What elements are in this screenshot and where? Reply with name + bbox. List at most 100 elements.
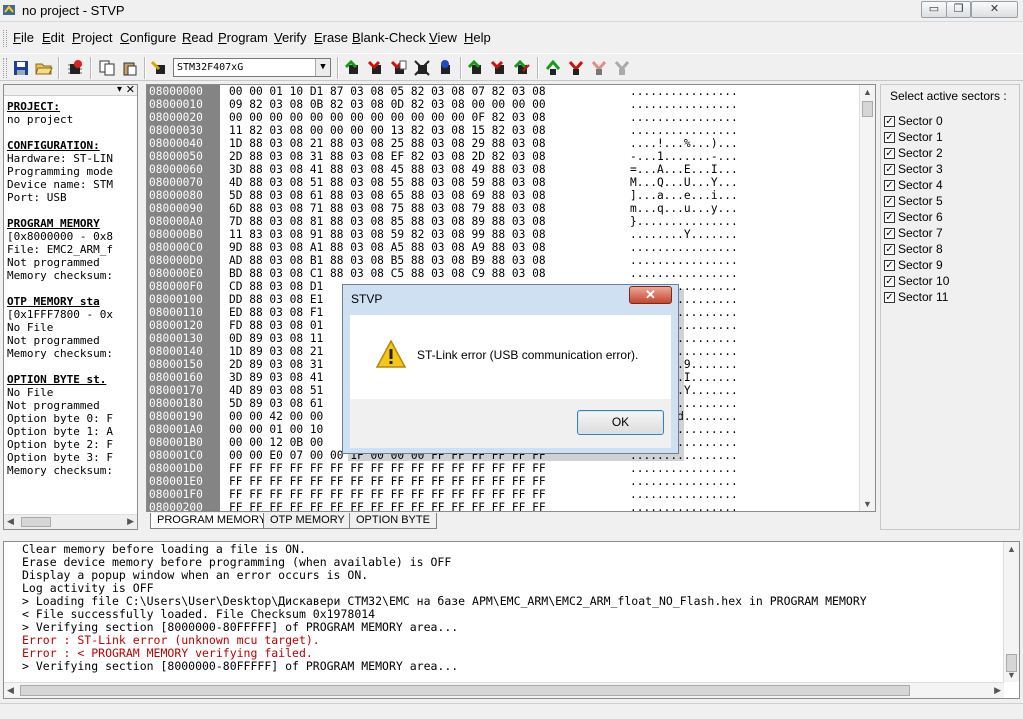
memory-bytes[interactable]: AD 88 03 08 B1 88 03 08 B5 88 03 08 B9 8… [229,254,546,267]
scroll-right-icon[interactable]: ▶ [994,685,1001,696]
program-current-tab-button[interactable] [366,58,386,78]
memory-bytes[interactable]: 00 00 01 00 10 [229,423,323,436]
verify-current-tab-button[interactable] [389,58,409,78]
sector-checkbox-5[interactable]: ✓ Sector 5 [884,193,943,209]
read-all-tabs-button[interactable] [466,58,486,78]
memory-bytes[interactable]: 00 00 00 00 00 00 00 00 00 00 00 00 0F 8… [229,111,546,124]
open-button[interactable] [34,58,54,78]
project-button[interactable] [65,58,85,78]
scroll-thumb[interactable] [21,517,51,527]
checkbox-checked-icon[interactable]: ✓ [884,211,895,223]
memory-bytes[interactable]: 4D 89 03 08 51 [229,384,323,397]
sector-checkbox-2[interactable]: ✓ Sector 2 [884,145,943,161]
dock-menu-icon[interactable]: ▾ [117,85,122,95]
checkbox-checked-icon[interactable]: ✓ [884,259,895,271]
checkbox-checked-icon[interactable]: ✓ [884,195,895,207]
sector-checkbox-6[interactable]: ✓ Sector 6 [884,209,943,225]
memory-bytes[interactable]: FF FF FF FF FF FF FF FF FF FF FF FF FF F… [229,462,546,475]
scroll-up-icon[interactable]: ▲ [1007,544,1016,554]
tab-program-memory[interactable]: PROGRAM MEMORY [150,513,274,529]
menu-read[interactable]: Read [182,30,213,45]
log-vertical-scrollbar[interactable]: ▲ ▼ [1003,542,1019,682]
menu-program[interactable]: Program [218,30,268,45]
menu-edit[interactable]: Edit [42,30,64,45]
close-panel-icon[interactable]: ✕ [126,85,135,96]
memory-bytes[interactable]: 4D 88 03 08 51 88 03 08 55 88 03 08 59 8… [229,176,546,189]
minimize-button[interactable]: ▭ [921,1,947,18]
menu-file[interactable]: File [13,30,34,45]
checkbox-checked-icon[interactable]: ✓ [884,227,895,239]
memory-bytes[interactable]: 3D 89 03 08 41 [229,371,323,384]
log-horizontal-scrollbar[interactable]: ◀ ▶ [4,682,1004,698]
memory-bytes[interactable]: 00 00 42 00 00 [229,410,323,423]
erase-current-tab-button[interactable] [412,58,432,78]
memory-bytes[interactable]: 09 82 03 08 0B 82 03 08 0D 82 03 08 00 0… [229,98,546,111]
scroll-down-icon[interactable]: ▼ [863,499,872,509]
erase-option-button[interactable] [612,58,632,78]
memory-bytes[interactable]: FF FF FF FF FF FF FF FF FF FF FF FF FF F… [229,475,546,488]
checkbox-checked-icon[interactable]: ✓ [884,243,895,255]
memory-bytes[interactable]: 5D 88 03 08 61 88 03 08 65 88 03 08 69 8… [229,189,546,202]
copy-button[interactable] [97,58,117,78]
scroll-thumb[interactable] [862,101,873,117]
checkbox-checked-icon[interactable]: ✓ [884,179,895,191]
memory-bytes[interactable]: 9D 88 03 08 A1 88 03 08 A5 88 03 08 A9 8… [229,241,546,254]
log-output[interactable]: Clear memory before loading a file is ON… [3,541,1020,699]
ok-button[interactable]: OK [577,410,664,435]
sector-checkbox-11[interactable]: ✓ Sector 11 [884,289,948,305]
memory-bytes[interactable]: FD 88 03 08 01 [229,319,323,332]
memory-bytes[interactable]: 2D 89 03 08 31 [229,358,323,371]
memory-bytes[interactable]: BD 88 03 08 C1 88 03 08 C5 88 03 08 C9 8… [229,267,546,280]
program-all-tabs-button[interactable] [489,58,509,78]
checkbox-checked-icon[interactable]: ✓ [884,131,895,143]
scroll-thumb[interactable] [20,685,910,696]
scroll-up-icon[interactable]: ▲ [863,87,872,97]
memory-bytes[interactable]: 11 83 03 08 91 88 03 08 59 82 03 08 99 8… [229,228,546,241]
sector-checkbox-1[interactable]: ✓ Sector 1 [884,129,943,145]
menu-project[interactable]: Project [72,30,112,45]
checkbox-checked-icon[interactable]: ✓ [884,291,895,303]
save-button[interactable] [11,58,31,78]
menu-verify[interactable]: Verify [274,30,307,45]
memory-bytes[interactable]: DD 88 03 08 E1 [229,293,323,306]
memory-bytes[interactable]: CD 88 03 08 D1 [229,280,323,293]
scroll-left-icon[interactable]: ◀ [7,685,14,696]
scroll-down-icon[interactable]: ▼ [1007,670,1016,680]
memory-bytes[interactable]: 11 82 03 08 00 00 00 00 13 82 03 08 15 8… [229,124,546,137]
sector-checkbox-0[interactable]: ✓ Sector 0 [884,113,943,129]
memory-bytes[interactable]: 1D 88 03 08 21 88 03 08 25 88 03 08 29 8… [229,137,546,150]
sector-checkbox-9[interactable]: ✓ Sector 9 [884,257,943,273]
memory-bytes[interactable]: 00 00 12 0B 00 [229,436,323,449]
memory-vertical-scrollbar[interactable]: ▲ ▼ [859,85,875,511]
memory-bytes[interactable]: 5D 89 03 08 61 [229,397,323,410]
maximize-button[interactable]: ❐ [946,1,971,18]
sector-checkbox-3[interactable]: ✓ Sector 3 [884,161,943,177]
scroll-right-icon[interactable]: ▶ [127,516,134,527]
checkbox-checked-icon[interactable]: ✓ [884,147,895,159]
program-option-button[interactable] [566,58,586,78]
memory-bytes[interactable]: 2D 88 03 08 31 88 03 08 EF 82 03 08 2D 8… [229,150,546,163]
device-select[interactable]: STM32F407xG ▼ [173,58,331,77]
dialog-close-button[interactable]: ✕ [629,286,672,304]
read-option-button[interactable] [543,58,563,78]
tab-otp-memory[interactable]: OTP MEMORY [263,513,352,529]
verify-all-tabs-button[interactable] [512,58,532,78]
memory-bytes[interactable]: 00 00 01 10 D1 87 03 08 05 82 03 08 07 8… [229,85,546,98]
menu-view[interactable]: View [429,30,457,45]
memory-bytes[interactable]: 1D 89 03 08 21 [229,345,323,358]
close-button[interactable]: ✕ [971,1,1018,18]
sector-checkbox-7[interactable]: ✓ Sector 7 [884,225,943,241]
device-chip-button[interactable] [150,58,170,78]
info-horizontal-scrollbar[interactable]: ◀ ▶ [4,514,137,529]
checkbox-checked-icon[interactable]: ✓ [884,163,895,175]
checkbox-checked-icon[interactable]: ✓ [884,275,895,287]
sector-checkbox-4[interactable]: ✓ Sector 4 [884,177,943,193]
sector-checkbox-10[interactable]: ✓ Sector 10 [884,273,949,289]
memory-bytes[interactable]: FF FF FF FF FF FF FF FF FF FF FF FF FF F… [229,501,546,511]
menu-help[interactable]: Help [464,30,491,45]
sector-checkbox-8[interactable]: ✓ Sector 8 [884,241,943,257]
menu-blank-check[interactable]: Blank-Check [352,30,426,45]
memory-bytes[interactable]: FF FF FF FF FF FF FF FF FF FF FF FF FF F… [229,488,546,501]
menu-erase[interactable]: Erase [314,30,348,45]
checkbox-checked-icon[interactable]: ✓ [884,115,895,127]
